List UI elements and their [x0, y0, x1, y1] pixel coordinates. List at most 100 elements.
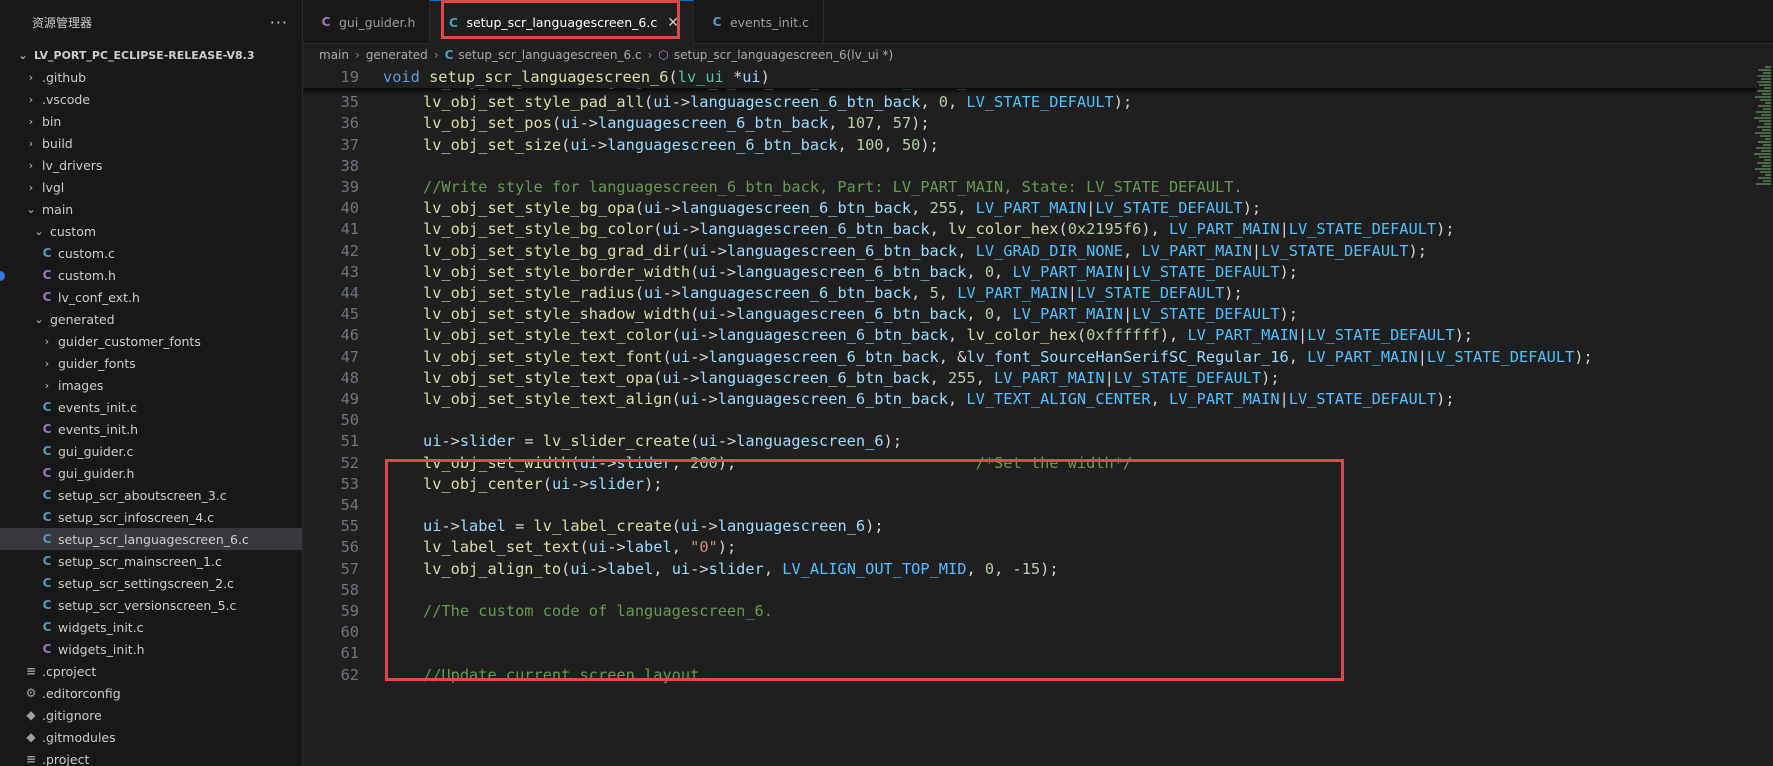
sticky-scroll-line[interactable]: 19 void setup_scr_languagescreen_6(lv_ui … [303, 66, 1757, 88]
tree-item[interactable]: ⌄ main [0, 198, 302, 220]
code-token: ); [920, 135, 939, 154]
more-actions-icon[interactable]: ··· [270, 13, 288, 32]
tree-item[interactable]: ◆ .gitignore [0, 704, 302, 726]
code-token: languagescreen_6_btn_back [680, 199, 912, 218]
config-file-icon: ⚙ [25, 686, 37, 700]
breadcrumb-item[interactable]: generated [366, 48, 428, 62]
code-token: ); [1436, 220, 1455, 239]
breadcrumb-file[interactable]: setup_scr_languagescreen_6.c [458, 48, 641, 62]
minimap-line [1758, 141, 1771, 143]
code-token: ( [1058, 220, 1068, 239]
code-token: lv_obj_set_style_radius [423, 284, 635, 302]
chevron-down-icon: ⌄ [26, 202, 36, 216]
code-token: , [653, 559, 672, 578]
code-token: ( [561, 135, 571, 154]
code-token: ui [551, 474, 571, 493]
breadcrumb: main › generated › Csetup_scr_languagescreen… [303, 44, 1773, 66]
tree-item[interactable]: › .vscode [0, 88, 302, 110]
tree-item[interactable]: › build [0, 132, 302, 154]
tree-item[interactable]: Cgui_guider.c [0, 440, 302, 462]
tree-item[interactable]: ⌄ generated [0, 308, 302, 330]
tree-item[interactable]: › bin [0, 110, 302, 132]
editor-tab[interactable]: Cgui_guider.h [303, 0, 431, 44]
tree-item[interactable]: ⚙ .editorconfig [0, 682, 302, 704]
tree-item[interactable]: › guider_fonts [0, 352, 302, 374]
tree-item[interactable]: ≡ .project [0, 748, 302, 766]
code-token: slider [588, 474, 645, 493]
c-file-icon: C [42, 598, 52, 612]
code-token: 0 [984, 305, 995, 324]
tree-item[interactable]: Clv_conf_ext.h [0, 286, 302, 308]
code-token: ); [1113, 93, 1133, 112]
code-token: | [1067, 284, 1077, 302]
tree-item[interactable]: Cevents_init.c [0, 396, 302, 418]
code-token: ); [1242, 199, 1262, 218]
tree-item[interactable]: ⌄ custom [0, 220, 302, 242]
tree-item[interactable]: Csetup_scr_settingscreen_2.c [0, 572, 302, 594]
code-token: , [929, 368, 948, 387]
code-text: lv_obj_align_to(ui->label, ui->slider, L… [423, 557, 1059, 581]
tree-item[interactable]: › lvgl [0, 176, 302, 198]
tree-item[interactable]: Cwidgets_init.h [0, 638, 302, 660]
minimap-line [1757, 162, 1771, 164]
tree-item[interactable]: Csetup_scr_mainscreen_1.c [0, 550, 302, 572]
code-token: , [828, 114, 847, 133]
tree-item[interactable]: › lv_drivers [0, 154, 302, 176]
tree-item[interactable]: Cevents_init.h [0, 418, 302, 440]
c-header-file-icon: C [42, 268, 52, 282]
minimap-line [1756, 147, 1771, 149]
code-token: languagescreen_6_btn_back [726, 241, 958, 260]
chevron-down-icon: ⌄ [18, 48, 28, 62]
code-token: ( [551, 114, 562, 133]
minimap-line [1758, 177, 1771, 179]
code-token: lv_obj_set_style_text_font [423, 347, 663, 366]
code-token: ( [634, 284, 645, 302]
minimap-line [1765, 102, 1771, 104]
tree-item[interactable]: ≡ .cproject [0, 660, 302, 682]
tree-item[interactable]: Ccustom.c [0, 242, 302, 264]
code-token: ui [742, 68, 761, 86]
tree-item[interactable]: Csetup_scr_languagescreen_6.c [0, 528, 302, 550]
tree-item[interactable]: Csetup_scr_versionscreen_5.c [0, 594, 302, 616]
tree-item[interactable]: Cwidgets_init.c [0, 616, 302, 638]
tree-item[interactable]: Csetup_scr_infoscreen_4.c [0, 506, 302, 528]
chevron-right-icon: › [28, 180, 34, 194]
code-token: ui [680, 326, 700, 345]
tree-item-label: generated [50, 311, 115, 327]
code-token: ); [1261, 368, 1280, 387]
c-file-icon: C [42, 246, 52, 260]
code-token: 200 [690, 453, 718, 472]
code-token: ui [644, 284, 663, 302]
code-token: ui [588, 538, 608, 557]
code-token: ), [1159, 326, 1188, 345]
minimap-line [1761, 150, 1771, 152]
tree-item-label: gui_guider.h [58, 465, 135, 481]
code-token: LV_TEXT_ALIGN_CENTER [966, 390, 1151, 408]
breadcrumb-symbol[interactable]: setup_scr_languagescreen_6(lv_ui *) [674, 48, 893, 62]
chevron-right-icon: › [647, 48, 653, 62]
minimap-line [1756, 75, 1771, 77]
editor-tab[interactable]: Cevents_init.c [694, 0, 824, 44]
tree-item[interactable]: Cgui_guider.h [0, 462, 302, 484]
code-token: languagescreen_6_btn_back [690, 93, 921, 112]
tree-item[interactable]: › images [0, 374, 302, 396]
code-token: -> [671, 93, 691, 112]
code-editor[interactable]: 19 void setup_scr_languagescreen_6(lv_ui … [303, 66, 1773, 766]
minimap-line [1754, 117, 1771, 119]
breadcrumb-item[interactable]: main [319, 48, 349, 62]
code-token: LV_STATE_DEFAULT [1132, 262, 1280, 281]
tree-item[interactable]: › guider_customer_fonts [0, 330, 302, 352]
c-file-icon: C [42, 620, 52, 634]
code-token: languagescreen_6_btn_back [717, 390, 948, 408]
code-token: 0 [984, 262, 995, 281]
close-icon[interactable]: ✕ [667, 15, 679, 31]
workspace-root[interactable]: ⌄ LV_PORT_PC_ECLIPSE-RELEASE-V8.3 [0, 44, 302, 66]
tree-item[interactable]: Csetup_scr_aboutscreen_3.c [0, 484, 302, 506]
tree-item[interactable]: Ccustom.h [0, 264, 302, 286]
code-token: ), [1141, 220, 1170, 239]
tree-item[interactable]: › .github [0, 66, 302, 88]
tree-item[interactable]: ◆ .gitmodules [0, 726, 302, 748]
code-token: //Write style for languagescreen_6_btn_b… [423, 178, 1243, 196]
editor-tab[interactable]: Csetup_scr_languagescreen_6.c ✕ [430, 0, 694, 44]
code-token: /*Set the width*/ [975, 453, 1133, 472]
